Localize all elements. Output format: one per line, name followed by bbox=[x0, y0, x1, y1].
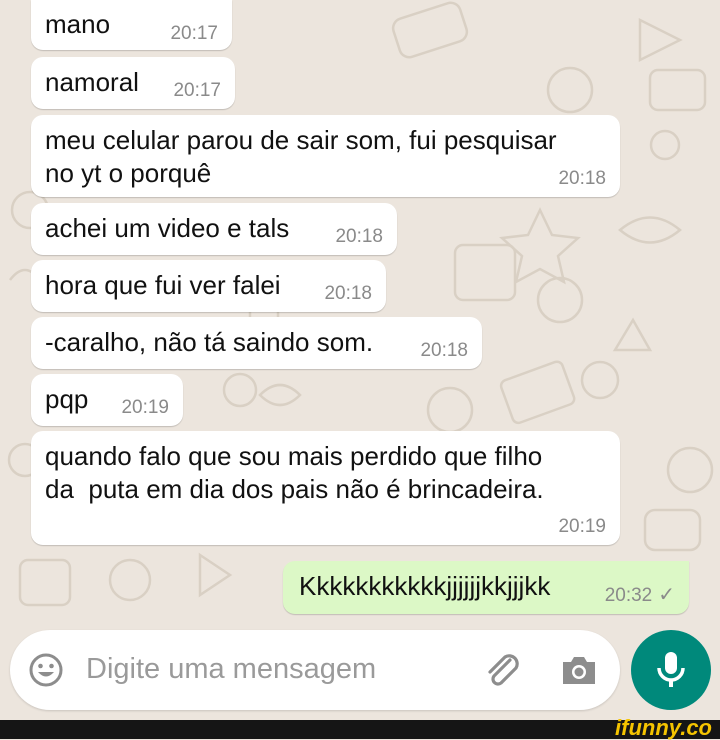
message-time: 20:19 bbox=[558, 516, 606, 537]
message-bubble[interactable]: meu celular parou de sair som, fui pesqu… bbox=[31, 115, 620, 197]
message-bubble[interactable]: mano 20:17 bbox=[31, 0, 232, 50]
message-time: 20:18 bbox=[420, 340, 468, 361]
message-text: hora que fui ver falei bbox=[45, 270, 281, 300]
message-text: -caralho, não tá saindo som. bbox=[45, 327, 374, 357]
message-input[interactable]: Digite uma mensagem bbox=[86, 653, 376, 686]
message-text: namoral bbox=[45, 67, 139, 97]
microphone-icon bbox=[653, 648, 689, 692]
message-text: pqp bbox=[45, 384, 89, 414]
message-time: 20:19 bbox=[121, 397, 169, 418]
message-text: quando falo que sou mais perdido que fil… bbox=[45, 441, 544, 504]
emoji-icon[interactable] bbox=[28, 652, 64, 688]
message-time-value: 20:32 bbox=[604, 585, 653, 606]
message-time: 20:18 bbox=[335, 226, 383, 247]
camera-icon[interactable] bbox=[559, 652, 599, 688]
attach-icon[interactable] bbox=[480, 648, 524, 692]
watermark-logo: ifunny.co bbox=[615, 715, 712, 740]
message-composer[interactable]: Digite uma mensagem bbox=[10, 630, 620, 710]
sent-check-icon: ✓ bbox=[658, 584, 675, 606]
message-bubble[interactable]: namoral 20:17 bbox=[31, 57, 235, 109]
message-time: 20:17 bbox=[170, 23, 218, 44]
message-bubble[interactable]: -caralho, não tá saindo som. 20:18 bbox=[31, 317, 482, 369]
message-time: 20:17 bbox=[173, 80, 221, 101]
message-bubble[interactable]: pqp 20:19 bbox=[31, 374, 183, 426]
sent-message-bubble[interactable]: Kkkkkkkkkkkjjjjjjkkjjjkk 20:32 ✓ bbox=[283, 561, 689, 614]
message-time: 20:32 ✓ bbox=[605, 585, 675, 606]
message-text: achei um video e tals bbox=[45, 213, 290, 243]
voice-record-button[interactable] bbox=[631, 630, 711, 710]
message-text: mano bbox=[45, 9, 111, 39]
message-time: 20:18 bbox=[558, 168, 606, 189]
message-text: Kkkkkkkkkkkjjjjjjkkjjjkk bbox=[299, 571, 551, 601]
message-bubble[interactable]: achei um video e tals 20:18 bbox=[31, 203, 397, 255]
message-time: 20:18 bbox=[324, 283, 372, 304]
message-text: meu celular parou de sair som, fui pesqu… bbox=[45, 125, 557, 188]
message-bubble[interactable]: hora que fui ver falei 20:18 bbox=[31, 260, 386, 312]
watermark-bar: ifunny.co bbox=[0, 716, 720, 740]
message-bubble[interactable]: quando falo que sou mais perdido que fil… bbox=[31, 431, 620, 545]
